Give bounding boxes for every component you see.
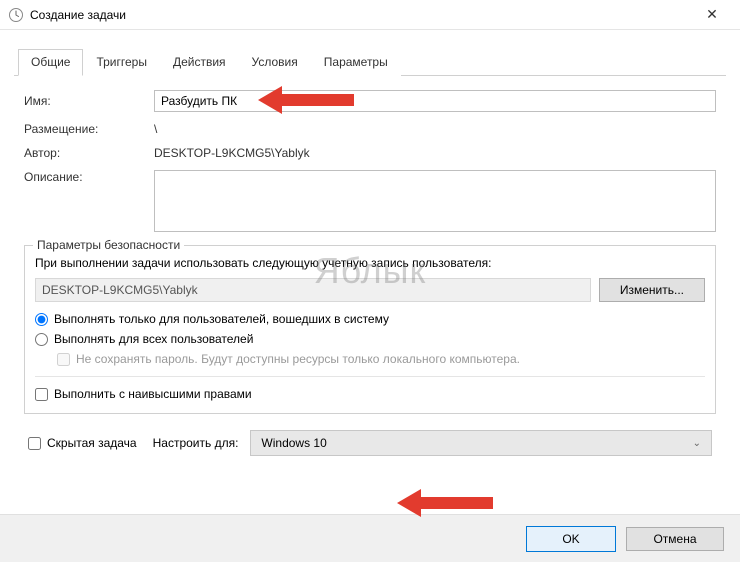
run-as-text: При выполнении задачи использовать следу… [35, 256, 705, 270]
tab-triggers[interactable]: Триггеры [83, 49, 160, 76]
tab-general[interactable]: Общие [18, 49, 83, 76]
highest-priv-label: Выполнить с наивысшими правами [54, 387, 252, 401]
configure-for-label: Настроить для: [153, 436, 239, 450]
clock-icon [8, 7, 24, 23]
no-store-password-checkbox [57, 353, 70, 366]
cancel-button[interactable]: Отмена [626, 527, 724, 551]
configure-for-dropdown[interactable]: Windows 10 ⌄ [250, 430, 712, 456]
highest-priv-checkbox[interactable] [35, 388, 48, 401]
radio-logged-on[interactable] [35, 313, 48, 326]
radio-any-user[interactable] [35, 333, 48, 346]
hidden-task-label: Скрытая задача [47, 436, 137, 450]
general-panel: Имя: Размещение: \ Автор: DESKTOP-L9KCMG… [14, 76, 726, 476]
name-input[interactable] [154, 90, 716, 112]
author-label: Автор: [24, 146, 154, 160]
tab-conditions[interactable]: Условия [239, 49, 311, 76]
author-value: DESKTOP-L9KCMG5\Yablyk [154, 146, 716, 160]
location-label: Размещение: [24, 122, 154, 136]
tab-strip: Общие Триггеры Действия Условия Параметр… [14, 48, 726, 76]
no-store-password-label: Не сохранять пароль. Будут доступны ресу… [76, 352, 520, 366]
close-button[interactable]: ✕ [692, 6, 732, 23]
hidden-task-checkbox[interactable] [28, 437, 41, 450]
chevron-down-icon: ⌄ [693, 438, 701, 449]
description-label: Описание: [24, 170, 154, 184]
radio-any-user-label: Выполнять для всех пользователей [54, 332, 253, 346]
configure-for-value: Windows 10 [261, 436, 326, 450]
security-fieldset: Параметры безопасности При выполнении за… [24, 245, 716, 414]
tab-actions[interactable]: Действия [160, 49, 239, 76]
dialog-footer: OK Отмена [0, 514, 740, 562]
window-title: Создание задачи [30, 8, 692, 22]
description-input[interactable] [154, 170, 716, 232]
radio-logged-on-label: Выполнять только для пользователей, воше… [54, 312, 389, 326]
security-legend: Параметры безопасности [33, 238, 184, 252]
ok-button[interactable]: OK [526, 526, 616, 552]
name-label: Имя: [24, 94, 154, 108]
change-user-button[interactable]: Изменить... [599, 278, 705, 302]
account-field: DESKTOP-L9KCMG5\Yablyk [35, 278, 591, 302]
tab-settings[interactable]: Параметры [311, 49, 401, 76]
location-value: \ [154, 122, 716, 136]
titlebar: Создание задачи ✕ [0, 0, 740, 30]
